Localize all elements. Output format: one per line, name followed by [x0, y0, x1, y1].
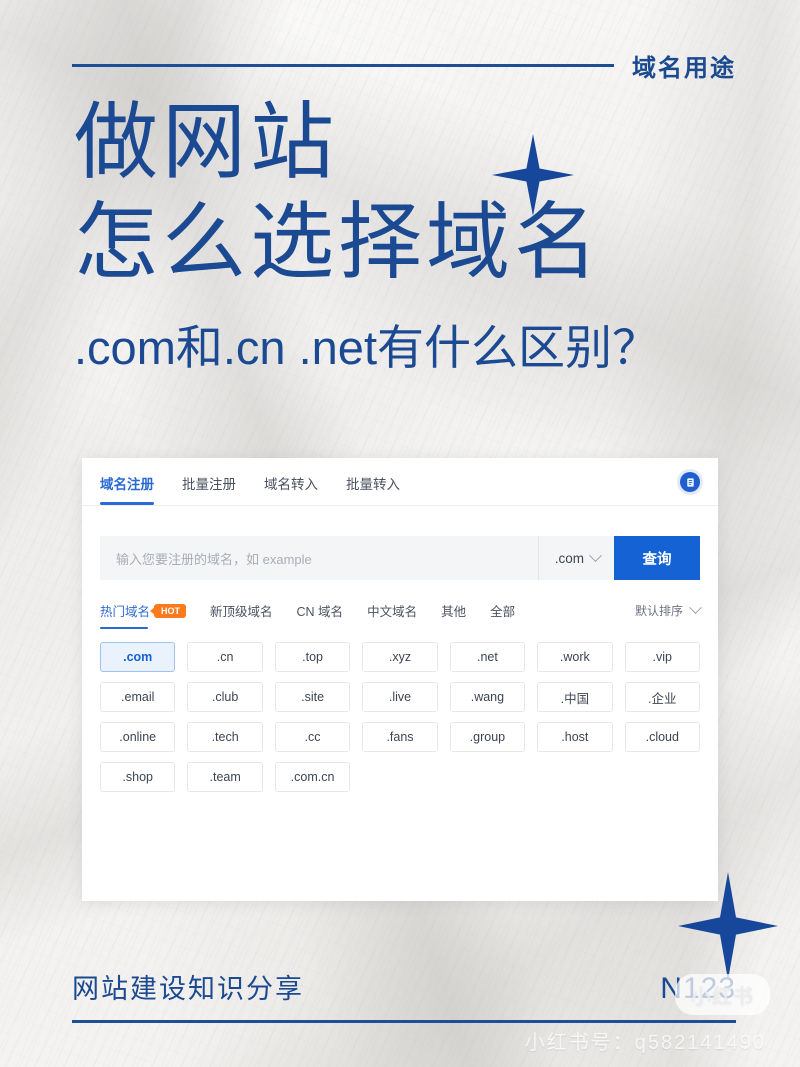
xiaohongshu-sticker: 小红书	[675, 974, 770, 1015]
tld-chip[interactable]: .fans	[362, 722, 438, 752]
domain-search-row: 输入您要注册的域名，如 example .com 查询	[100, 536, 700, 580]
suffix-select[interactable]: .com	[537, 536, 614, 580]
category-label: 中文域名	[367, 605, 418, 619]
category-other[interactable]: 其他	[441, 601, 466, 629]
category-hot-domains[interactable]: 热门域名 HOT	[100, 601, 187, 629]
header-divider	[72, 64, 614, 67]
tld-chip[interactable]: .online	[100, 722, 176, 752]
tab-bulk-register[interactable]: 批量注册	[182, 473, 236, 505]
tld-chip-grid: .com .cn .top .xyz .net .work .vip .emai…	[100, 642, 700, 792]
tab-label: 域名注册	[100, 476, 154, 492]
category-all[interactable]: 全部	[490, 601, 515, 629]
tab-domain-register[interactable]: 域名注册	[100, 473, 154, 505]
poster-page: 域名用途 做网站 怎么选择域名 .com和.cn .net有什么区别？ 域名注册…	[0, 0, 800, 1067]
category-label: 全部	[490, 605, 516, 619]
category-label: 热门域名	[100, 605, 151, 619]
tld-chip[interactable]: .team	[187, 762, 263, 792]
category-cn-domains[interactable]: CN 域名	[297, 601, 344, 629]
header: 域名用途	[72, 48, 736, 83]
tld-chip[interactable]: .live	[362, 682, 438, 712]
tab-bulk-transfer[interactable]: 批量转入	[346, 473, 400, 505]
header-label: 域名用途	[632, 55, 736, 82]
search-input[interactable]: 输入您要注册的域名，如 example	[100, 536, 538, 580]
tld-chip[interactable]: .site	[274, 682, 351, 712]
tld-chip[interactable]: .shop	[100, 762, 176, 792]
tld-chip[interactable]: .中国	[537, 682, 613, 712]
tld-chip[interactable]: .vip	[624, 642, 700, 672]
tld-chip[interactable]: .tech	[187, 722, 263, 752]
tab-label: 批量注册	[182, 476, 236, 492]
tab-label: 批量转入	[346, 476, 400, 492]
tld-chip[interactable]: .net	[449, 642, 526, 672]
tab-domain-transfer[interactable]: 域名转入	[264, 473, 318, 505]
hot-badge: HOT	[154, 604, 187, 618]
tld-chip[interactable]: .xyz	[362, 642, 438, 672]
category-label: CN 域名	[296, 605, 344, 619]
sort-dropdown[interactable]: 默认排序	[634, 601, 702, 619]
hero-title-line-2: 怎么选择域名	[74, 195, 603, 290]
watermark: 小红书号：q582141490	[524, 1032, 766, 1054]
tld-chip[interactable]: .cn	[187, 642, 263, 672]
tld-chip[interactable]: .cloud	[624, 722, 700, 752]
category-label: 其他	[441, 605, 467, 619]
tab-label: 域名转入	[264, 476, 318, 492]
suffix-select-value: .com	[554, 550, 584, 566]
category-chinese-domains[interactable]: 中文域名	[367, 601, 417, 629]
tld-chip[interactable]: .cc	[274, 722, 351, 752]
tld-chip[interactable]: .com.cn	[274, 762, 351, 792]
footer-divider	[72, 1020, 736, 1023]
domain-search-card: 域名注册 批量注册 域名转入 批量转入 输入您要注册的域名，如 example …	[82, 458, 718, 901]
sort-label: 默认排序	[634, 604, 683, 618]
tld-chip[interactable]: .企业	[624, 682, 700, 712]
category-filter-row: 热门域名 HOT 新顶级域名 CN 域名 中文域名 其他 全部 默认排序	[100, 601, 702, 629]
footer-row: 网站建设知识分享 N123	[72, 967, 736, 1006]
tld-chip[interactable]: .com	[100, 642, 176, 672]
footer-tagline: 网站建设知识分享	[72, 974, 304, 1004]
tld-chip[interactable]: .wang	[449, 682, 526, 712]
tld-chip[interactable]: .top	[274, 642, 351, 672]
tld-chip[interactable]: .host	[537, 722, 613, 752]
card-tab-bar: 域名注册 批量注册 域名转入 批量转入	[82, 458, 718, 506]
category-label: 新顶级域名	[210, 605, 273, 619]
tld-chip[interactable]: .club	[187, 682, 263, 712]
tld-chip[interactable]: .work	[537, 642, 613, 672]
chevron-down-icon	[689, 601, 702, 615]
hero-subtitle: .com和.cn .net有什么区别？	[74, 320, 659, 374]
tld-chip[interactable]: .group	[449, 722, 526, 752]
search-button[interactable]: 查询	[614, 536, 700, 580]
tld-chip[interactable]: .email	[100, 682, 176, 712]
footer: 网站建设知识分享 N123	[72, 967, 736, 1023]
document-icon[interactable]	[680, 472, 700, 492]
hero-title-block: 做网站 怎么选择域名 .com和.cn .net有什么区别？	[74, 96, 659, 378]
chevron-down-icon	[589, 548, 602, 562]
category-new-gtld[interactable]: 新顶级域名	[210, 601, 273, 629]
